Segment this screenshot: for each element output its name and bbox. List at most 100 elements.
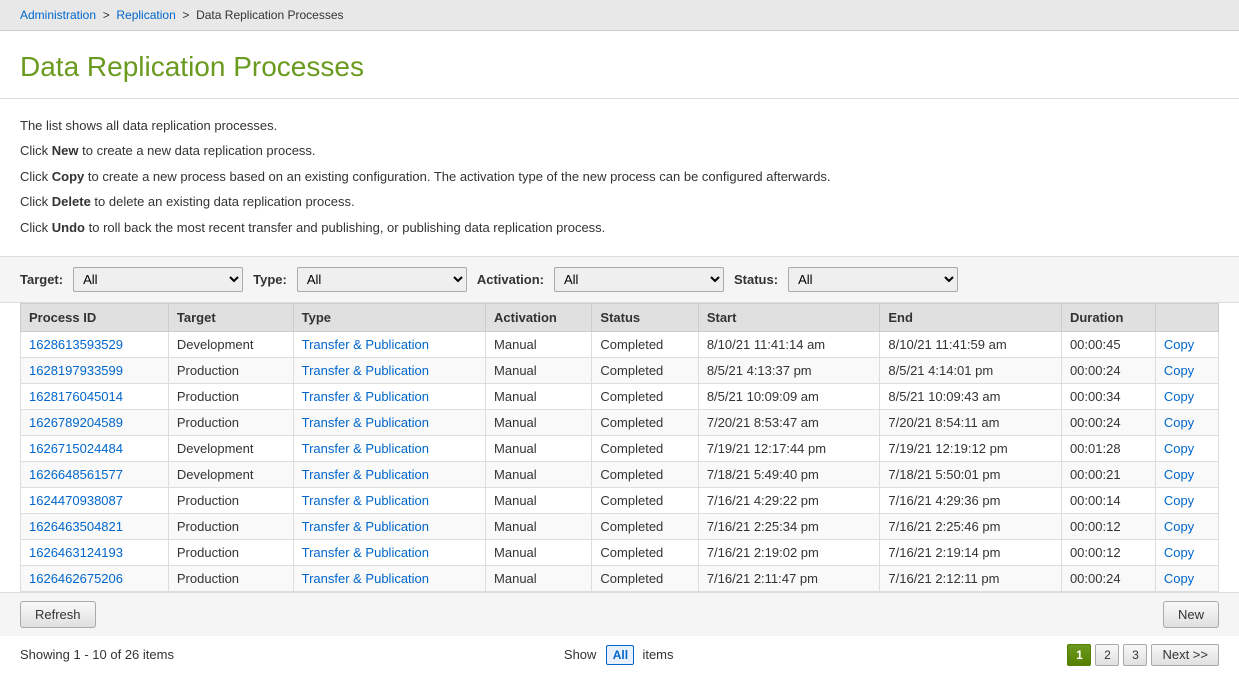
cell-end: 8/10/21 11:41:59 am <box>880 331 1062 357</box>
process-id-link[interactable]: 1626463124193 <box>29 545 123 560</box>
table-row: 1624470938087 Production Transfer & Publ… <box>21 487 1219 513</box>
copy-link[interactable]: Copy <box>1164 519 1194 534</box>
cell-target: Development <box>168 331 293 357</box>
process-id-link[interactable]: 1626789204589 <box>29 415 123 430</box>
copy-link[interactable]: Copy <box>1164 467 1194 482</box>
cell-duration: 00:00:12 <box>1061 539 1155 565</box>
copy-link[interactable]: Copy <box>1164 441 1194 456</box>
copy-link[interactable]: Copy <box>1164 493 1194 508</box>
cell-status: Completed <box>592 513 698 539</box>
cell-target: Development <box>168 435 293 461</box>
copy-link[interactable]: Copy <box>1164 545 1194 560</box>
cell-duration: 00:00:14 <box>1061 487 1155 513</box>
cell-end: 7/16/21 2:19:14 pm <box>880 539 1062 565</box>
table-row: 1626648561577 Development Transfer & Pub… <box>21 461 1219 487</box>
cell-process-id: 1626715024484 <box>21 435 169 461</box>
cell-copy: Copy <box>1155 539 1218 565</box>
cell-end: 8/5/21 4:14:01 pm <box>880 357 1062 383</box>
table-row: 1626463504821 Production Transfer & Publ… <box>21 513 1219 539</box>
refresh-button[interactable]: Refresh <box>20 601 96 628</box>
cell-status: Completed <box>592 435 698 461</box>
process-id-link[interactable]: 1626648561577 <box>29 467 123 482</box>
process-id-link[interactable]: 1626462675206 <box>29 571 123 586</box>
pagination-row: Showing 1 - 10 of 26 items Show All item… <box>0 636 1239 674</box>
cell-duration: 00:00:34 <box>1061 383 1155 409</box>
status-label: Status: <box>734 272 778 287</box>
type-link[interactable]: Transfer & Publication <box>302 493 429 508</box>
table-row: 1626462675206 Production Transfer & Publ… <box>21 565 1219 591</box>
cell-process-id: 1626789204589 <box>21 409 169 435</box>
activation-select[interactable]: All <box>554 267 724 292</box>
type-link[interactable]: Transfer & Publication <box>302 571 429 586</box>
type-link[interactable]: Transfer & Publication <box>302 363 429 378</box>
copy-link[interactable]: Copy <box>1164 363 1194 378</box>
page-1-button[interactable]: 1 <box>1067 644 1091 666</box>
cell-end: 7/16/21 2:12:11 pm <box>880 565 1062 591</box>
type-link[interactable]: Transfer & Publication <box>302 441 429 456</box>
breadcrumb-admin-link[interactable]: Administration <box>20 8 96 22</box>
activation-label: Activation: <box>477 272 544 287</box>
cell-copy: Copy <box>1155 383 1218 409</box>
info-line2: Click New to create a new data replicati… <box>20 139 1219 162</box>
copy-link[interactable]: Copy <box>1164 337 1194 352</box>
type-link[interactable]: Transfer & Publication <box>302 415 429 430</box>
cell-activation: Manual <box>486 487 592 513</box>
cell-end: 7/20/21 8:54:11 am <box>880 409 1062 435</box>
cell-start: 7/16/21 2:25:34 pm <box>698 513 880 539</box>
status-select[interactable]: All <box>788 267 958 292</box>
cell-copy: Copy <box>1155 487 1218 513</box>
copy-link[interactable]: Copy <box>1164 571 1194 586</box>
cell-activation: Manual <box>486 539 592 565</box>
cell-target: Production <box>168 565 293 591</box>
process-id-link[interactable]: 1628613593529 <box>29 337 123 352</box>
cell-duration: 00:00:45 <box>1061 331 1155 357</box>
cell-activation: Manual <box>486 565 592 591</box>
type-link[interactable]: Transfer & Publication <box>302 389 429 404</box>
process-id-link[interactable]: 1628197933599 <box>29 363 123 378</box>
cell-type: Transfer & Publication <box>293 409 485 435</box>
cell-activation: Manual <box>486 513 592 539</box>
cell-activation: Manual <box>486 409 592 435</box>
process-id-link[interactable]: 1626463504821 <box>29 519 123 534</box>
process-id-link[interactable]: 1624470938087 <box>29 493 123 508</box>
next-button[interactable]: Next >> <box>1151 644 1219 666</box>
breadcrumb-replication-link[interactable]: Replication <box>116 8 175 22</box>
target-select[interactable]: All Development Production <box>73 267 243 292</box>
info-line5: Click Undo to roll back the most recent … <box>20 216 1219 239</box>
cell-process-id: 1628613593529 <box>21 331 169 357</box>
type-link[interactable]: Transfer & Publication <box>302 467 429 482</box>
cell-duration: 00:00:12 <box>1061 513 1155 539</box>
col-process-id: Process ID <box>21 303 169 331</box>
cell-end: 7/16/21 4:29:36 pm <box>880 487 1062 513</box>
show-all-button[interactable]: All <box>606 645 634 665</box>
new-button[interactable]: New <box>1163 601 1219 628</box>
type-label: Type: <box>253 272 287 287</box>
filter-row: Target: All Development Production Type:… <box>0 257 1239 303</box>
col-start: Start <box>698 303 880 331</box>
table-row: 1628613593529 Development Transfer & Pub… <box>21 331 1219 357</box>
copy-link[interactable]: Copy <box>1164 415 1194 430</box>
table-row: 1626789204589 Production Transfer & Publ… <box>21 409 1219 435</box>
cell-duration: 00:00:24 <box>1061 565 1155 591</box>
cell-type: Transfer & Publication <box>293 539 485 565</box>
process-id-link[interactable]: 1626715024484 <box>29 441 123 456</box>
cell-process-id: 1626463124193 <box>21 539 169 565</box>
process-id-link[interactable]: 1628176045014 <box>29 389 123 404</box>
copy-link[interactable]: Copy <box>1164 389 1194 404</box>
type-link[interactable]: Transfer & Publication <box>302 337 429 352</box>
cell-status: Completed <box>592 461 698 487</box>
cell-type: Transfer & Publication <box>293 331 485 357</box>
type-select[interactable]: All <box>297 267 467 292</box>
type-link[interactable]: Transfer & Publication <box>302 519 429 534</box>
cell-activation: Manual <box>486 435 592 461</box>
info-line3: Click Copy to create a new process based… <box>20 165 1219 188</box>
cell-start: 7/19/21 12:17:44 pm <box>698 435 880 461</box>
page-3-button[interactable]: 3 <box>1123 644 1147 666</box>
cell-type: Transfer & Publication <box>293 513 485 539</box>
cell-type: Transfer & Publication <box>293 461 485 487</box>
cell-process-id: 1628197933599 <box>21 357 169 383</box>
type-link[interactable]: Transfer & Publication <box>302 545 429 560</box>
cell-duration: 00:00:24 <box>1061 357 1155 383</box>
page-2-button[interactable]: 2 <box>1095 644 1119 666</box>
col-actions <box>1155 303 1218 331</box>
